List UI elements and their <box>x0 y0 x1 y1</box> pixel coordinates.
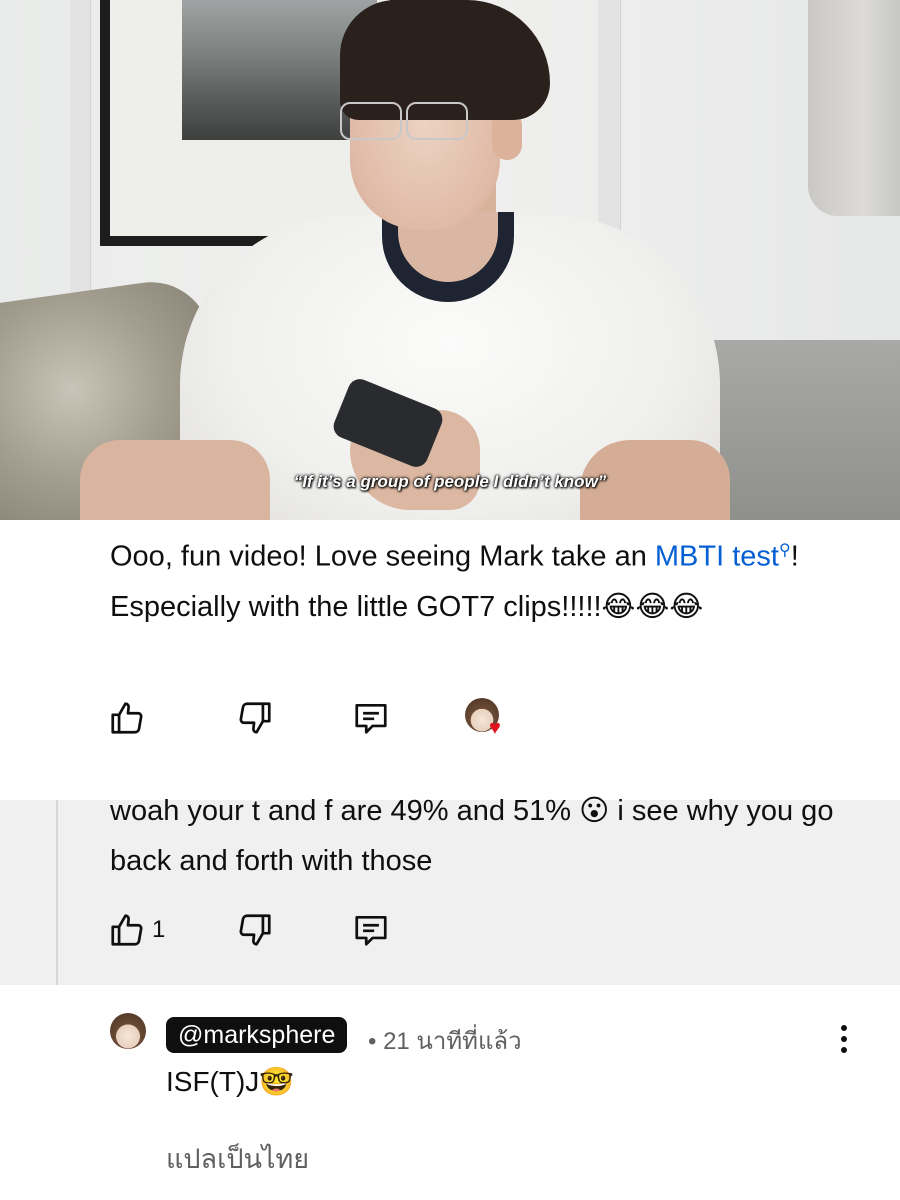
thumbs-up-icon <box>111 702 143 734</box>
reply-text: ISF(T)J🤓 <box>166 1066 295 1097</box>
comment-actions: ♥ <box>108 698 608 738</box>
dislike-button[interactable] <box>236 698 274 738</box>
search-icon[interactable]: ⚲ <box>779 542 791 559</box>
comment: Ooo, fun video! Love seeing Mark take an… <box>0 520 900 800</box>
video-player[interactable]: “If it’s a group of people I didn’t know… <box>0 0 900 520</box>
creator-heart-badge[interactable]: ♥ <box>465 698 511 740</box>
more-vertical-icon[interactable] <box>836 1025 852 1059</box>
thumbs-up-icon <box>111 914 143 946</box>
reply-comment: @marksphere • 21 นาทีที่แล้ว ISF(T)J🤓 แป… <box>0 985 900 1200</box>
thumbs-down-icon <box>239 702 271 734</box>
channel-handle-badge[interactable]: @marksphere <box>166 1017 348 1053</box>
reply-button[interactable] <box>352 910 390 950</box>
reply-comment: woah your t and f are 49% and 51% 😮 i se… <box>0 795 900 985</box>
reply-comment-icon <box>355 703 387 734</box>
like-button[interactable]: 1 <box>108 910 165 950</box>
like-button[interactable] <box>108 698 146 738</box>
reply-button[interactable] <box>352 698 390 738</box>
thumbs-down-icon <box>239 914 271 946</box>
translate-link[interactable]: แปลเป็นไทย <box>166 1137 309 1180</box>
reply-actions: 1 <box>108 910 508 950</box>
avatar[interactable] <box>110 1013 146 1049</box>
comment-text: Ooo, fun video! Love seeing Mark take an… <box>110 526 850 632</box>
comment-text-part: Ooo, fun video! Love seeing Mark take an <box>110 540 655 573</box>
dislike-button[interactable] <box>236 910 274 950</box>
video-subtitle: “If it’s a group of people I didn’t know… <box>293 472 607 491</box>
reply-comment-icon <box>355 915 387 946</box>
lamp-shade <box>808 0 900 216</box>
glasses <box>340 102 500 142</box>
like-count: 1 <box>152 916 166 943</box>
reply-text: woah your t and f are 49% and 51% 😮 i se… <box>110 795 834 877</box>
mbti-test-link[interactable]: MBTI test <box>655 541 779 573</box>
comment-timestamp: • 21 นาทีที่แล้ว <box>368 1028 522 1055</box>
heart-icon: ♥ <box>489 717 501 739</box>
